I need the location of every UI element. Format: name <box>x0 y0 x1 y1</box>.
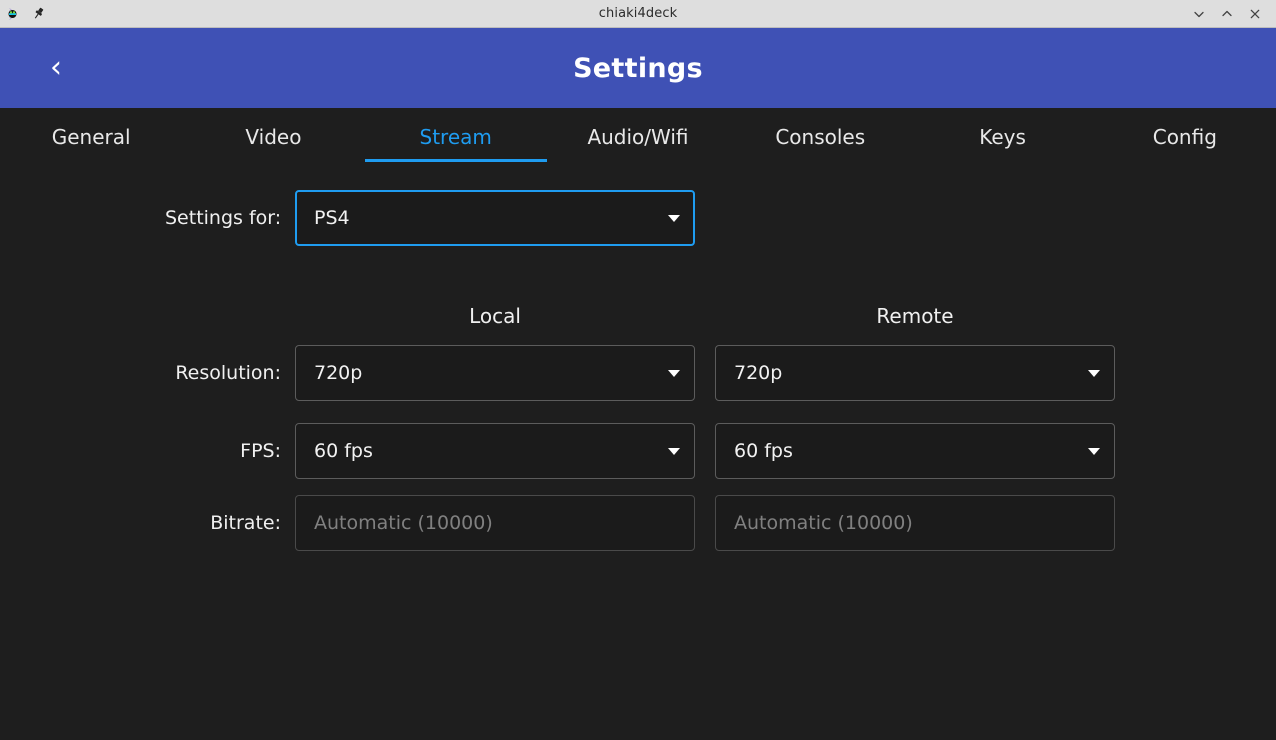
tab-video[interactable]: Video <box>182 108 364 168</box>
app-logo-icon <box>7 6 23 22</box>
fps-row: FPS: 60 fps 60 fps <box>165 423 1115 479</box>
close-button[interactable] <box>1242 1 1268 27</box>
tab-underline <box>182 159 364 162</box>
tab-stream[interactable]: Stream <box>364 108 547 168</box>
fps-local-value: 60 fps <box>314 440 373 462</box>
tab-label: Audio/Wifi <box>587 125 689 149</box>
settings-for-label: Settings for: <box>165 207 282 229</box>
column-header-remote: Remote <box>876 304 954 328</box>
minimize-button[interactable] <box>1186 1 1212 27</box>
tab-label: Keys <box>979 125 1026 149</box>
settings-for-value: PS4 <box>314 207 350 229</box>
chevron-down-icon <box>668 369 680 377</box>
tab-label: Stream <box>419 125 492 149</box>
pin-icon[interactable] <box>31 6 46 21</box>
tab-general[interactable]: General <box>0 108 182 168</box>
fps-label: FPS: <box>240 440 281 462</box>
tab-underline <box>1094 159 1276 162</box>
column-header-local: Local <box>469 304 521 328</box>
window-title: chiaki4deck <box>598 6 678 21</box>
bitrate-remote-input[interactable]: Automatic (10000) <box>715 495 1115 551</box>
tab-label: Config <box>1152 125 1217 149</box>
tab-consoles[interactable]: Consoles <box>729 108 911 168</box>
bitrate-local-input[interactable]: Automatic (10000) <box>295 495 695 551</box>
window-titlebar: chiaki4deck <box>0 0 1276 28</box>
resolution-row: Resolution: 720p 720p <box>165 345 1115 401</box>
tab-keys[interactable]: Keys <box>911 108 1093 168</box>
tab-config[interactable]: Config <box>1094 108 1276 168</box>
maximize-button[interactable] <box>1214 1 1240 27</box>
resolution-remote-value: 720p <box>734 362 783 384</box>
chevron-left-icon: ‹ <box>50 50 62 85</box>
chevron-down-icon <box>1194 11 1204 17</box>
chevron-down-icon <box>1088 447 1100 455</box>
tab-underline <box>547 159 729 162</box>
tab-label: Video <box>245 125 302 149</box>
stream-settings-panel: Settings for: PS4 Local Remote Resolutio… <box>0 168 1276 740</box>
page-header: ‹ Settings <box>0 28 1276 108</box>
settings-tabbar: General Video Stream Audio/Wifi Consoles… <box>0 108 1276 168</box>
tab-underline <box>364 159 547 162</box>
tab-label: General <box>51 125 131 149</box>
window-controls <box>1186 1 1276 27</box>
page-title: Settings <box>573 52 703 84</box>
fps-remote-dropdown[interactable]: 60 fps <box>715 423 1115 479</box>
chevron-down-icon <box>1088 369 1100 377</box>
chevron-down-icon <box>668 214 680 222</box>
resolution-local-dropdown[interactable]: 720p <box>295 345 695 401</box>
tab-audio-wifi[interactable]: Audio/Wifi <box>547 108 729 168</box>
fps-local-dropdown[interactable]: 60 fps <box>295 423 695 479</box>
fps-remote-value: 60 fps <box>734 440 793 462</box>
bitrate-local-placeholder: Automatic (10000) <box>314 512 493 534</box>
bitrate-label: Bitrate: <box>210 512 281 534</box>
bitrate-remote-placeholder: Automatic (10000) <box>734 512 913 534</box>
tab-label: Consoles <box>775 125 866 149</box>
tab-underline <box>729 159 911 162</box>
resolution-remote-dropdown[interactable]: 720p <box>715 345 1115 401</box>
titlebar-left-icons <box>0 6 46 22</box>
chevron-down-icon <box>668 447 680 455</box>
chevron-up-icon <box>1222 10 1232 16</box>
resolution-local-value: 720p <box>314 362 363 384</box>
settings-for-row: Settings for: PS4 <box>165 190 695 246</box>
settings-for-dropdown[interactable]: PS4 <box>295 190 695 246</box>
close-icon <box>1250 9 1260 18</box>
resolution-label: Resolution: <box>175 362 281 384</box>
tab-underline <box>912 159 1094 162</box>
tab-underline <box>0 159 182 162</box>
back-button[interactable]: ‹ <box>28 40 84 96</box>
bitrate-row: Bitrate: Automatic (10000) Automatic (10… <box>165 495 1115 551</box>
